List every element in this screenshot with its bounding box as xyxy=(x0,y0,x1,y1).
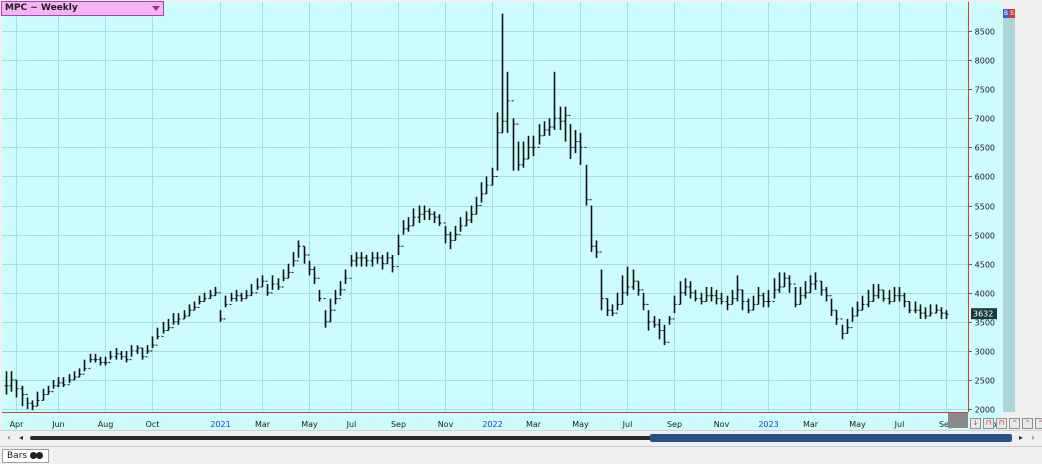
symbol-selector-label: MPC ~ Weekly xyxy=(5,3,78,13)
scroll-left-icon[interactable]: ◂ xyxy=(16,433,26,443)
last-price-marker: 3632 xyxy=(971,308,997,320)
y-tick-label: 3000 xyxy=(975,348,995,357)
y-tick-label: 2500 xyxy=(975,377,995,386)
y-tick-label: 7500 xyxy=(975,86,995,95)
price-chart: 2000 2500 3000 3500 4000 4500 5000 5500 6000 6500… xyxy=(2,2,1002,430)
navigation-buttons: ↓ ⊓ ⊓ ⌃ ⌃ ⌃ xyxy=(970,418,1042,429)
x-tick-label: Mar xyxy=(803,420,819,429)
nav-button-4[interactable]: ⌃ xyxy=(1009,418,1020,429)
x-tick-label: Sep xyxy=(391,420,406,429)
x-tick-label: Nov xyxy=(438,420,454,429)
y-tick-label: 5500 xyxy=(975,203,995,212)
x-tick-label: May xyxy=(849,420,866,429)
y-tick-label: 5000 xyxy=(975,232,995,241)
x-tick-label: Aug xyxy=(98,420,114,429)
tab-bars[interactable]: Bars xyxy=(2,449,50,463)
x-tick-label: Nov xyxy=(714,420,730,429)
nav-button-5[interactable]: ⌃ xyxy=(1022,418,1033,429)
scrollbar-thumb[interactable] xyxy=(650,434,1012,442)
x-tick-label: Jul xyxy=(894,420,905,429)
y-tick-label: 2000 xyxy=(975,406,995,415)
x-tick-label: Jul xyxy=(346,420,357,429)
y-tick-label: 3500 xyxy=(975,319,995,328)
current-period-marker xyxy=(948,413,968,428)
nav-button-6[interactable]: ⌃ xyxy=(1035,418,1042,429)
y-tick-label: 4000 xyxy=(975,290,995,299)
x-tick-label: 2021 xyxy=(210,420,230,429)
nav-button-3[interactable]: ⊓ xyxy=(996,418,1007,429)
mini-buttons: B S xyxy=(1003,9,1015,18)
x-tick-label: Jul xyxy=(622,420,633,429)
y-tick-label: 6000 xyxy=(975,173,995,182)
horizontal-scrollbar[interactable]: ‹ ◂ ▸ › xyxy=(0,430,1042,444)
link-dots-icon xyxy=(30,452,44,460)
nav-button-2[interactable]: ⊓ xyxy=(983,418,994,429)
y-tick-label: 7000 xyxy=(975,115,995,124)
right-side-panel xyxy=(1003,18,1015,412)
x-tick-label: Oct xyxy=(146,420,160,429)
y-tick-label: 8500 xyxy=(975,28,995,37)
scroll-right-icon[interactable]: ▸ xyxy=(1016,433,1026,443)
symbol-selector[interactable]: MPC ~ Weekly xyxy=(1,1,164,16)
x-tick-label: Sep xyxy=(667,420,682,429)
y-tick-label: 8000 xyxy=(975,57,995,66)
x-tick-label: Apr xyxy=(10,420,25,429)
x-tick-label: May xyxy=(301,420,318,429)
x-tick-label: Jun xyxy=(51,420,65,429)
scroll-far-right-icon[interactable]: › xyxy=(1028,433,1038,443)
chart-window: 2000 2500 3000 3500 4000 4500 5000 5500 6000 6500… xyxy=(0,0,1042,464)
sell-button[interactable]: S xyxy=(1009,9,1015,18)
x-tick-label: 2023 xyxy=(758,420,778,429)
chevron-down-icon[interactable] xyxy=(152,6,160,11)
y-tick-label: 6500 xyxy=(975,144,995,153)
last-price-label: 3632 xyxy=(973,310,993,319)
scroll-far-left-icon[interactable]: ‹ xyxy=(4,433,14,443)
x-tick-label: May xyxy=(572,420,589,429)
nav-button-1[interactable]: ↓ xyxy=(970,418,981,429)
tab-bars-label: Bars xyxy=(7,451,28,461)
status-bar: Bars xyxy=(0,446,1042,464)
y-tick-label: 4500 xyxy=(975,261,995,270)
x-tick-label: Mar xyxy=(526,420,542,429)
x-tick-label: 2022 xyxy=(482,420,502,429)
x-tick-label: Mar xyxy=(255,420,271,429)
